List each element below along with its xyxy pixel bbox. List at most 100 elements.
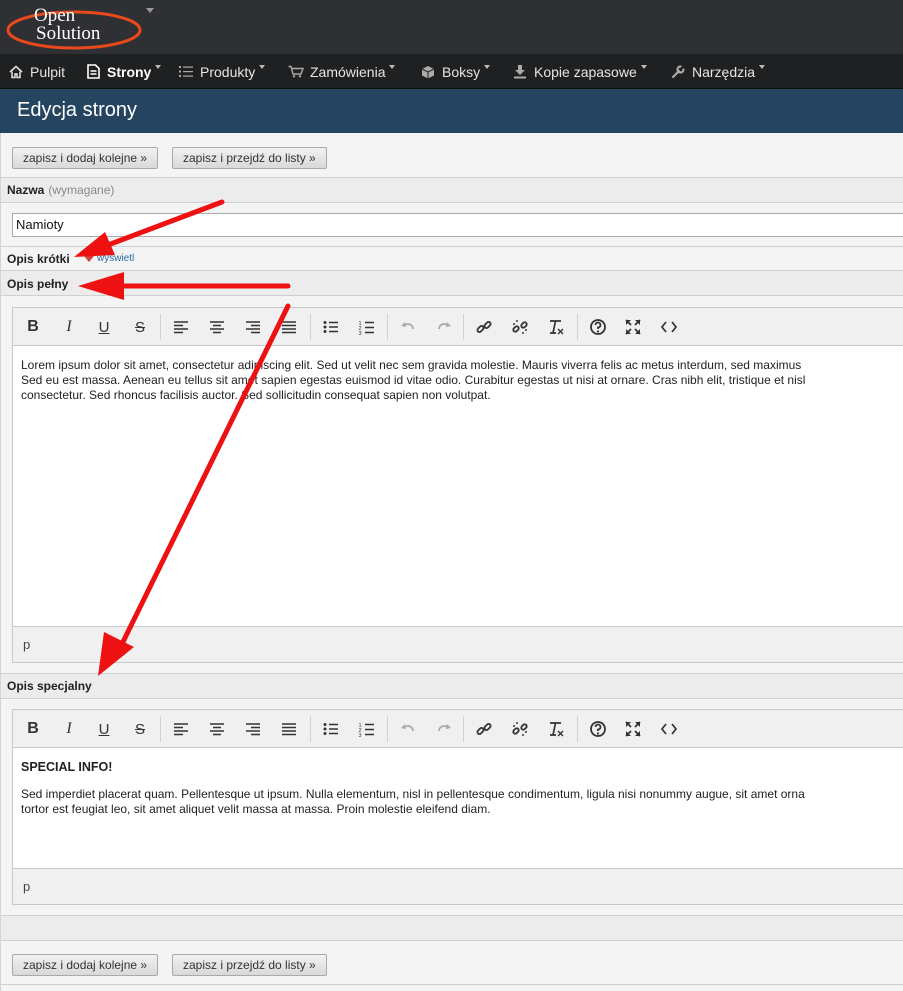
bullet-list-icon	[323, 321, 338, 333]
toolbar-separator	[387, 314, 388, 340]
menu-item-zamowienia[interactable]: Zamówienia	[288, 54, 396, 89]
editor-content[interactable]: Lorem ipsum dolor sit amet, consectetur …	[21, 358, 903, 403]
logo-text-solution: Solution	[36, 23, 101, 44]
menu-item-kopie-zapasowe[interactable]: Kopie zapasowe	[512, 54, 647, 89]
undo-button[interactable]	[396, 718, 420, 740]
italic-button[interactable]: I	[57, 316, 81, 338]
document-icon	[85, 64, 101, 80]
save-and-go-to-list-button-bottom[interactable]: zapisz i przejdź do listy »	[172, 954, 327, 976]
strikethrough-icon: S	[134, 720, 145, 738]
redo-icon	[438, 724, 451, 732]
bold-button[interactable]: B	[21, 718, 45, 740]
logo-dropdown-caret-icon[interactable]	[146, 8, 154, 13]
numbered-list-button[interactable]: 123	[355, 316, 379, 338]
special-description-editor: B I U S 123 SPECIAL INFO! Sed imperdiet plac…	[12, 709, 903, 905]
menu-item-boksy[interactable]: Boksy	[420, 54, 491, 89]
bullet-list-button[interactable]	[319, 718, 343, 740]
unlink-button[interactable]	[508, 316, 532, 338]
chevron-down-icon	[759, 64, 766, 69]
underline-button[interactable]: U	[92, 316, 116, 338]
bold-button[interactable]: B	[21, 316, 45, 338]
editor-statusbar: p	[13, 626, 903, 662]
triangle-down-icon	[84, 255, 94, 262]
align-center-button[interactable]	[205, 316, 229, 338]
content-line: Lorem ipsum dolor sit amet, consectetur …	[21, 358, 802, 372]
numbered-list-button[interactable]: 123	[355, 718, 379, 740]
special-heading: SPECIAL INFO!	[21, 760, 113, 774]
link-icon	[476, 321, 492, 333]
underline-icon: U	[98, 720, 110, 738]
fullscreen-button[interactable]	[621, 316, 645, 338]
content-line: tortor est feugiat leo, sit amet aliquet…	[21, 802, 491, 816]
link-button[interactable]	[472, 316, 496, 338]
unlink-icon	[512, 722, 528, 736]
align-left-button[interactable]	[169, 718, 193, 740]
full-description-label: Opis pełny	[7, 277, 69, 291]
align-justify-button[interactable]	[277, 316, 301, 338]
bullet-list-button[interactable]	[319, 316, 343, 338]
toolbar-separator	[577, 716, 578, 742]
clear-format-button[interactable]	[544, 316, 568, 338]
strikethrough-button[interactable]: S	[128, 718, 152, 740]
source-code-button[interactable]	[657, 316, 681, 338]
link-button[interactable]	[472, 718, 496, 740]
main-menu: Pulpit Strony Produkty Zamówienia Boksy …	[0, 54, 903, 89]
align-center-button[interactable]	[205, 718, 229, 740]
required-hint: (wymagane)	[48, 183, 115, 197]
show-short-description-toggle[interactable]: wyświetl	[84, 253, 134, 264]
redo-button[interactable]	[432, 316, 456, 338]
full-label-row	[1, 271, 903, 295]
menu-item-produkty[interactable]: Produkty	[178, 54, 266, 89]
clear-format-button[interactable]	[544, 718, 568, 740]
menu-item-narzedzia[interactable]: Narzędzia	[670, 54, 766, 89]
strikethrough-button[interactable]: S	[128, 316, 152, 338]
toolbar-separator	[577, 314, 578, 340]
help-button[interactable]	[586, 316, 610, 338]
align-justify-icon	[282, 321, 296, 334]
fullscreen-icon	[625, 721, 641, 737]
save-and-go-to-list-button[interactable]: zapisz i przejdź do listy »	[172, 147, 327, 169]
align-right-button[interactable]	[241, 718, 265, 740]
menu-item-pulpit[interactable]: Pulpit	[8, 54, 65, 89]
content-line: consectetur. Sed rhoncus facilisis aucto…	[21, 388, 491, 402]
italic-button[interactable]: I	[57, 718, 81, 740]
code-icon	[660, 723, 678, 735]
menu-item-strony[interactable]: Strony	[85, 54, 162, 89]
toolbar-separator	[463, 314, 464, 340]
save-and-add-button-bottom[interactable]: zapisz i dodaj kolejne »	[12, 954, 159, 976]
svg-text:3: 3	[359, 331, 362, 336]
toolbar-separator	[310, 314, 311, 340]
align-justify-button[interactable]	[277, 718, 301, 740]
redo-button[interactable]	[432, 718, 456, 740]
link-icon	[476, 723, 492, 735]
undo-icon	[401, 322, 414, 330]
fullscreen-button[interactable]	[621, 718, 645, 740]
list-icon	[178, 64, 194, 80]
toolbar-separator	[387, 716, 388, 742]
source-code-button[interactable]	[657, 718, 681, 740]
toolbar-separator	[310, 716, 311, 742]
open-solution-logo[interactable]: Open Solution	[6, 2, 146, 52]
unlink-button[interactable]	[508, 718, 532, 740]
bold-icon: B	[27, 318, 39, 335]
save-and-add-button[interactable]: zapisz i dodaj kolejne »	[12, 147, 159, 169]
help-icon	[590, 319, 606, 335]
undo-button[interactable]	[396, 316, 420, 338]
toolbar-separator	[463, 716, 464, 742]
element-path[interactable]: p	[23, 637, 30, 652]
align-center-icon	[210, 321, 224, 334]
element-path[interactable]: p	[23, 879, 30, 894]
help-button[interactable]	[586, 718, 610, 740]
svg-text:3: 3	[359, 733, 362, 738]
page-edit-form: zapisz i dodaj kolejne » zapisz i przejd…	[0, 133, 903, 991]
underline-button[interactable]: U	[92, 718, 116, 740]
align-left-icon	[174, 723, 188, 736]
divider	[1, 202, 903, 203]
menu-label: Narzędzia	[692, 63, 756, 80]
align-left-button[interactable]	[169, 316, 193, 338]
clear-format-icon	[550, 722, 564, 737]
align-right-button[interactable]	[241, 316, 265, 338]
editor-content[interactable]: SPECIAL INFO! Sed imperdiet placerat qua…	[21, 760, 903, 817]
special-description-label: Opis specjalny	[7, 679, 92, 693]
name-input[interactable]: Namioty	[12, 213, 903, 237]
